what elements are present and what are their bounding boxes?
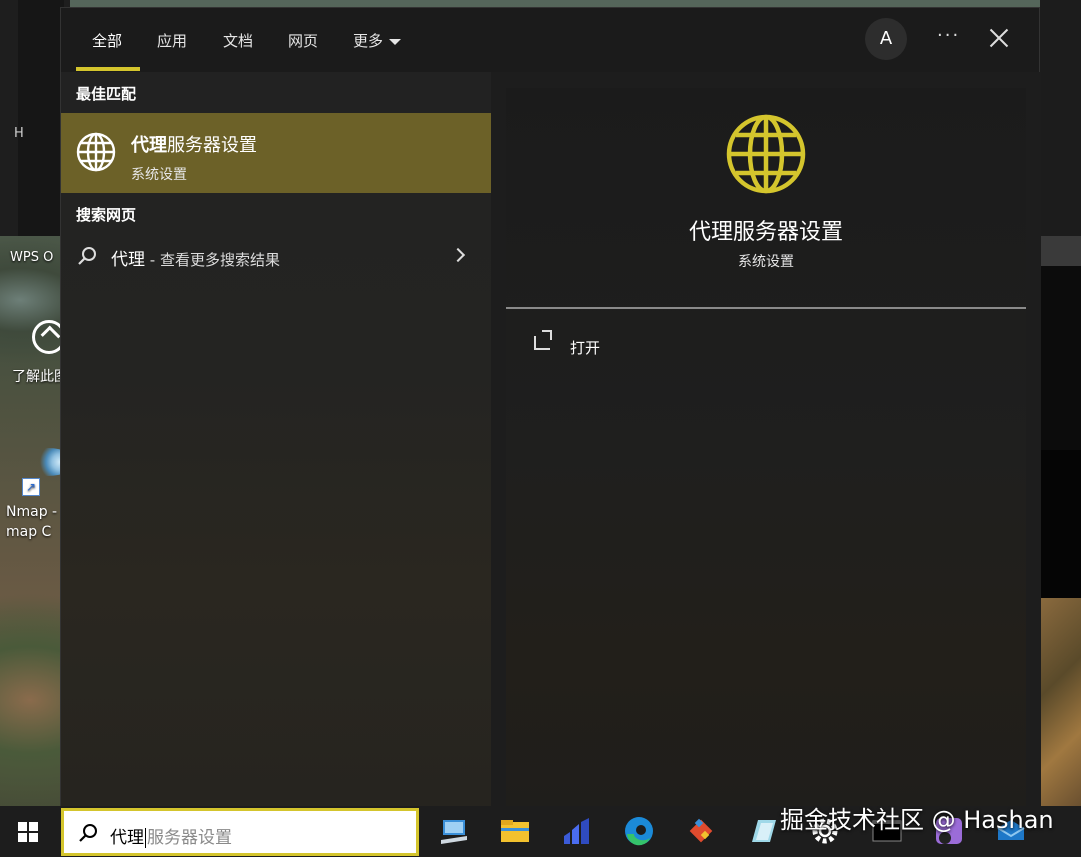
web-search-label: 搜索网页 <box>76 206 137 224</box>
search-suggestion-text: 服务器设置 <box>147 828 232 848</box>
active-tab-indicator <box>76 67 140 71</box>
start-search-panel: 全部 应用 文档 网页 更多 A ··· 最佳匹配 代理服务器设置 系统设置 搜… <box>60 7 1041 807</box>
account-avatar[interactable]: A <box>865 18 907 60</box>
web-search-result[interactable]: 代理 - 查看更多搜索结果 <box>61 238 491 274</box>
best-match-title-rest: 服务器设置 <box>167 135 257 156</box>
best-match-label: 最佳匹配 <box>76 85 137 103</box>
desktop-icon-label: WPS O <box>10 250 54 265</box>
detail-divider <box>506 307 1026 309</box>
background-window-pane <box>18 0 64 236</box>
windows-start-icon[interactable] <box>18 822 38 842</box>
tab-web[interactable]: 网页 <box>288 30 318 51</box>
windows-logo-square <box>18 822 27 831</box>
search-typed-text: 代理 <box>110 828 144 848</box>
remote-desktop-icon[interactable] <box>437 814 471 848</box>
search-icon <box>78 247 96 265</box>
file-explorer-icon[interactable] <box>498 814 532 848</box>
notepad-icon[interactable] <box>746 814 780 848</box>
edge-browser-icon[interactable] <box>622 814 656 848</box>
detail-pane <box>506 88 1026 807</box>
search-text: 代理 服务器设置 <box>110 823 232 848</box>
best-match-subtitle: 系统设置 <box>131 167 187 183</box>
tab-all[interactable]: 全部 <box>92 30 122 51</box>
open-action-label: 打开 <box>570 339 601 357</box>
chevron-right-icon[interactable] <box>450 247 466 263</box>
best-match-title: 代理服务器设置 <box>131 131 257 157</box>
globe-icon <box>76 132 116 172</box>
detail-subtitle: 系统设置 <box>738 254 794 270</box>
detail-title: 代理服务器设置 <box>688 220 843 245</box>
tab-more[interactable]: 更多 <box>353 30 402 51</box>
best-match-title-highlight: 代理 <box>131 135 167 156</box>
text-caret <box>145 828 146 848</box>
globe-icon-large <box>726 114 806 194</box>
open-action[interactable]: 打开 <box>534 330 734 359</box>
best-match-result[interactable]: 代理服务器设置 系统设置 <box>61 113 491 193</box>
background-window-right <box>1040 0 1081 806</box>
wallpaper-segment <box>1040 598 1081 806</box>
web-search-suffix: - 查看更多搜索结果 <box>145 251 280 269</box>
open-external-icon <box>534 330 552 350</box>
windows-logo-square <box>29 833 38 842</box>
web-search-query: 代理 <box>111 250 145 270</box>
close-icon[interactable] <box>989 28 1009 48</box>
search-icon <box>79 824 97 842</box>
chevron-down-icon <box>389 38 402 45</box>
background-window-title: H <box>14 126 24 141</box>
filter-tabs: 全部 应用 文档 网页 更多 A ··· <box>61 8 1041 72</box>
desktop-icon-label: Nmap - map C <box>6 504 58 540</box>
tab-more-label: 更多 <box>353 32 384 50</box>
git-app-icon[interactable] <box>684 814 718 848</box>
window-segment <box>1040 450 1081 598</box>
more-options-icon[interactable]: ··· <box>937 25 960 46</box>
taskbar-search-input[interactable]: 代理 服务器设置 <box>61 808 419 856</box>
window-segment <box>1040 236 1081 266</box>
windows-logo-square <box>29 822 38 831</box>
windows-logo-square <box>18 833 27 842</box>
tab-apps[interactable]: 应用 <box>157 30 187 51</box>
tab-documents[interactable]: 文档 <box>223 30 253 51</box>
watermark-text: 掘金技术社区 @ Hashan <box>780 806 1054 834</box>
shortcut-arrow-icon: ↗ <box>22 478 40 496</box>
chart-app-icon[interactable] <box>560 814 594 848</box>
web-search-text: 代理 - 查看更多搜索结果 <box>111 245 280 270</box>
desktop-icon-nmap[interactable]: ↗ Nmap - map C <box>6 448 76 542</box>
window-segment <box>1040 0 1081 236</box>
